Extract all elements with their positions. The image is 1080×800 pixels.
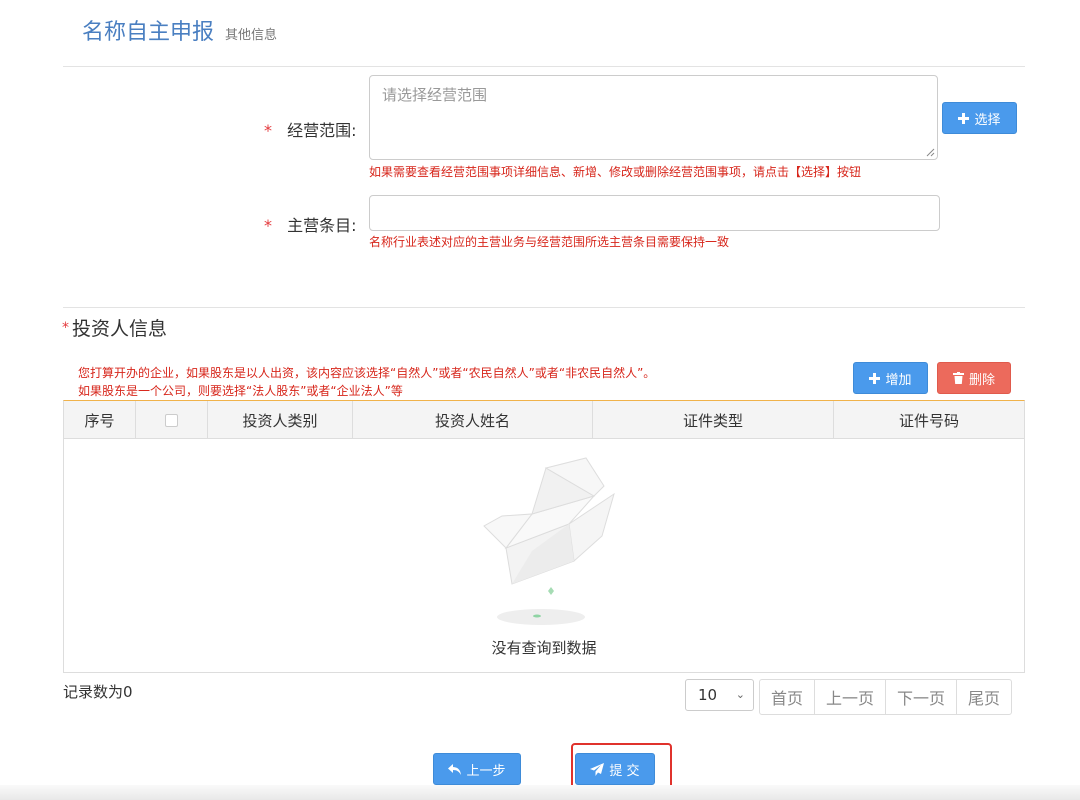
column-header-investor-name[interactable]: 投资人姓名 xyxy=(353,401,593,439)
required-mark: * xyxy=(264,121,272,140)
records-count: 记录数为0 xyxy=(63,683,133,701)
main-item-label-text: 主营条目: xyxy=(287,216,357,235)
add-investor-button[interactable]: 增加 xyxy=(853,362,928,394)
column-header-investor-type[interactable]: 投资人类别 xyxy=(208,401,353,439)
scope-placeholder: 请选择经营范围 xyxy=(382,86,488,104)
delete-investor-button[interactable]: 删除 xyxy=(937,362,1011,394)
scope-label-text: 经营范围: xyxy=(287,121,357,140)
required-mark: * xyxy=(62,320,69,336)
select-all-checkbox[interactable] xyxy=(165,413,178,427)
bottom-shadow xyxy=(0,785,1080,800)
page-size-value: 10 xyxy=(698,686,718,704)
required-mark: * xyxy=(264,216,272,235)
table-header: 序号 投资人类别 投资人姓名 证件类型 证件号码 xyxy=(64,401,1024,439)
prev-step-label: 上一步 xyxy=(466,763,506,779)
column-header-select-all[interactable] xyxy=(136,401,208,439)
divider xyxy=(63,66,1025,67)
paper-plane-icon xyxy=(590,762,605,776)
scope-hint: 如果需要查看经营范围事项详细信息、新增、修改或删除经营范围事项，请点击【选择】按… xyxy=(369,165,862,179)
main-item-hint: 名称行业表述对应的主营业务与经营范围所选主营条目需要保持一致 xyxy=(369,235,730,249)
submit-button[interactable]: 提 交 xyxy=(575,753,655,785)
investors-title-text: 投资人信息 xyxy=(72,318,168,340)
delete-investor-label: 删除 xyxy=(968,372,995,388)
pagination: 首页 上一页 下一页 尾页 xyxy=(759,679,1013,715)
scope-label: * 经营范围: xyxy=(264,117,357,141)
divider xyxy=(63,307,1025,308)
main-item-label: * 主营条目: xyxy=(264,212,357,236)
prev-step-button[interactable]: 上一步 xyxy=(433,753,521,785)
main-item-input[interactable] xyxy=(369,195,940,231)
chevron-down-icon: ⌄ xyxy=(735,688,745,701)
add-investor-label: 增加 xyxy=(885,372,912,388)
column-header-index[interactable]: 序号 xyxy=(64,401,136,439)
page-size-select[interactable]: 10 ⌄ xyxy=(685,679,754,711)
investors-table: 序号 投资人类别 投资人姓名 证件类型 证件号码 没有查询到数据 xyxy=(63,400,1025,673)
investors-notice-line2: 如果股东是一个公司，则要选择“法人股东”或者“企业法人”等 xyxy=(78,384,403,398)
reply-arrow-icon xyxy=(448,763,462,775)
column-header-id-number[interactable]: 证件号码 xyxy=(834,401,1024,439)
resize-grip-icon[interactable] xyxy=(926,148,935,157)
first-page-button[interactable]: 首页 xyxy=(760,680,816,714)
column-header-id-type[interactable]: 证件类型 xyxy=(593,401,834,439)
submit-label: 提 交 xyxy=(609,763,640,779)
plus-icon xyxy=(958,112,970,124)
select-scope-label: 选择 xyxy=(974,112,1001,128)
prev-page-button[interactable]: 上一页 xyxy=(815,680,887,714)
next-page-button[interactable]: 下一页 xyxy=(886,680,958,714)
investors-notice-line1: 您打算开办的企业，如果股东是以人出资，该内容应该选择“自然人”或者“农民自然人”… xyxy=(78,366,656,380)
last-page-button[interactable]: 尾页 xyxy=(957,680,1011,714)
empty-box-icon xyxy=(483,457,615,625)
trash-icon xyxy=(952,372,964,384)
scope-textarea[interactable]: 请选择经营范围 xyxy=(369,75,938,160)
investors-section-title: * 投资人信息 xyxy=(62,314,167,341)
empty-state-text: 没有查询到数据 xyxy=(491,639,597,657)
plus-icon xyxy=(869,372,881,384)
select-scope-button[interactable]: 选择 xyxy=(942,102,1017,134)
page-title: 名称自主申报 xyxy=(82,20,215,45)
page-subtitle: 其他信息 xyxy=(225,28,278,43)
